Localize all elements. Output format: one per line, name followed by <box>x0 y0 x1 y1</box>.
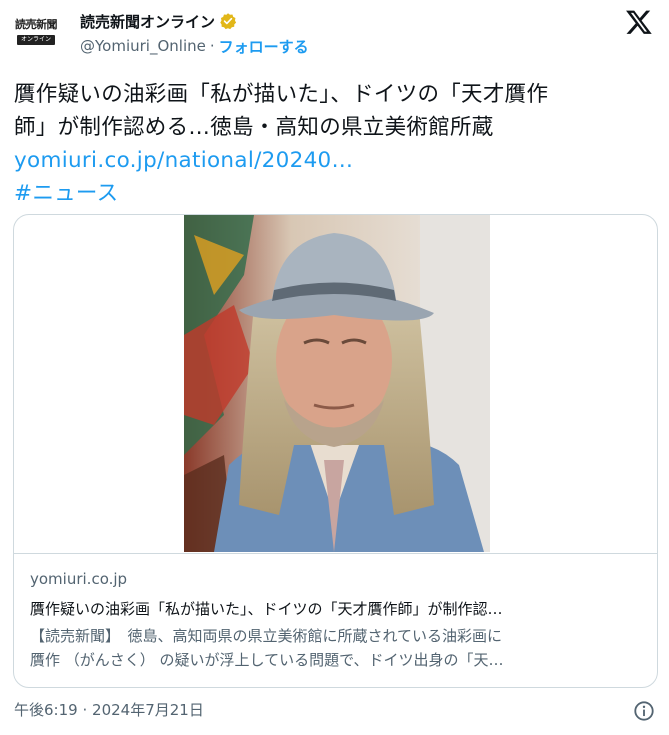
follow-button[interactable]: フォローする <box>219 36 309 57</box>
card-title[interactable]: 贋作疑いの油彩画「私が描いた」、ドイツの「天才贋作師」が制作認… <box>30 598 641 620</box>
author-handle-row: @Yomiuri_Online · フォローする <box>80 35 309 57</box>
tweet-text-line: 贋作疑いの油彩画「私が描いた」、ドイツの「天才贋作 <box>14 82 549 107</box>
avatar-logo-text: 読売新聞 <box>15 18 58 31</box>
tweet-timestamp[interactable]: 午後6:19 · 2024年7月21日 <box>14 699 204 720</box>
handle-separator: · <box>209 37 215 55</box>
author-display-name[interactable]: 読売新聞オンライン <box>80 11 215 32</box>
card-description-line: 贋作 （がんさく） の疑いが浮上している問題で、ドイツ出身の「天… <box>30 651 504 669</box>
tweet-link[interactable]: yomiuri.co.jp/national/20240… <box>14 144 654 177</box>
tweet-text: 贋作疑いの油彩画「私が描いた」、ドイツの「天才贋作 師」が制作認める…徳島・高知… <box>14 78 654 210</box>
avatar[interactable]: 読売新聞 オンライン <box>12 18 60 56</box>
tweet-header: 読売新聞 オンライン 読売新聞オンライン @Yomiuri_Online · フ… <box>12 6 657 62</box>
portrait-illustration <box>184 215 490 552</box>
card-description-line: 【読売新聞】 徳島、高知両県の県立美術館に所蔵されている油彩画に <box>30 627 503 645</box>
avatar-logo-subtext: オンライン <box>16 35 55 45</box>
timestamp-separator: · <box>82 701 88 719</box>
author-name-row[interactable]: 読売新聞オンライン <box>80 10 309 32</box>
author-info: 読売新聞オンライン @Yomiuri_Online · フォローする <box>80 10 309 57</box>
card-description: 【読売新聞】 徳島、高知両県の県立美術館に所蔵されている油彩画に 贋作 （がんさ… <box>30 624 641 672</box>
hashtag-link[interactable]: #ニュース <box>14 177 654 210</box>
link-preview-card[interactable]: yomiuri.co.jp 贋作疑いの油彩画「私が描いた」、ドイツの「天才贋作師… <box>13 214 658 688</box>
card-domain: yomiuri.co.jp <box>30 570 128 588</box>
tweet-date[interactable]: 2024年7月21日 <box>92 701 204 719</box>
card-body[interactable]: yomiuri.co.jp 贋作疑いの油彩画「私が描いた」、ドイツの「天才贋作師… <box>14 553 657 687</box>
author-handle[interactable]: @Yomiuri_Online <box>80 37 206 55</box>
verified-badge-icon <box>220 13 237 30</box>
info-icon[interactable] <box>633 700 655 722</box>
tweet-time[interactable]: 午後6:19 <box>14 701 78 719</box>
x-logo-icon[interactable] <box>625 8 653 36</box>
tweet-text-line: 師」が制作認める…徳島・高知の県立美術館所蔵 <box>14 115 494 140</box>
card-image[interactable] <box>184 215 490 552</box>
